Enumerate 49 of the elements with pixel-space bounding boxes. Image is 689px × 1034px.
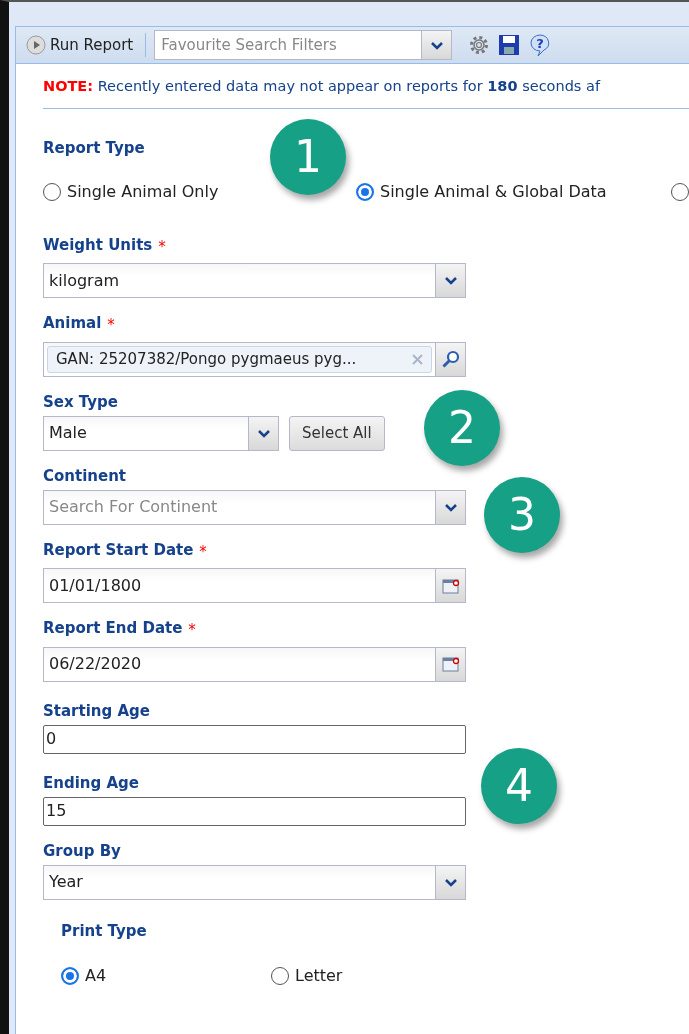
dropdown-button[interactable] — [435, 264, 465, 298]
caret-icon — [429, 40, 444, 50]
select-all-button[interactable]: Select All — [289, 415, 385, 451]
section-label: Report Type — [43, 138, 145, 157]
required-marker: * — [158, 236, 166, 258]
text-input[interactable]: Male — [44, 416, 248, 450]
field-label: Starting Age — [43, 701, 150, 720]
dropdown-button[interactable] — [435, 490, 465, 524]
field-label: Continent — [43, 466, 126, 485]
required-marker: * — [199, 541, 207, 563]
run-report-button[interactable]: Run Report — [22, 33, 138, 57]
required-marker: * — [107, 315, 115, 337]
dropdown-button[interactable] — [421, 31, 452, 59]
save-icon[interactable] — [498, 34, 521, 56]
note-text: NOTE: Recently entered data may not appear on reports for 180 seconds af — [43, 76, 689, 109]
search-button[interactable] — [435, 342, 465, 376]
radio-option[interactable]: Single Animal & Global Data — [356, 179, 671, 204]
caret-icon — [443, 276, 458, 286]
required-marker: * — [188, 620, 196, 642]
select-field[interactable]: Male — [43, 415, 279, 451]
caret-icon — [443, 877, 458, 887]
field-label: Weight Units — [43, 235, 153, 254]
field-label: Group By — [43, 841, 121, 860]
text-input[interactable]: 0 — [44, 725, 465, 753]
filter-combo[interactable]: Favourite Search Filters — [154, 30, 453, 60]
field-label: Ending Age — [43, 773, 139, 792]
radio-option[interactable]: Letter — [271, 963, 391, 988]
play-icon — [26, 35, 46, 55]
dropdown-button[interactable] — [435, 865, 465, 899]
caret-icon — [256, 428, 271, 438]
calendar-button[interactable] — [435, 569, 465, 603]
calendar-icon — [441, 577, 460, 594]
caret-icon — [443, 502, 458, 512]
field-label: Report Start Date — [43, 540, 194, 559]
field-label: Animal — [43, 314, 102, 333]
selected-chip: GAN: 25207382/Pongo pygmaeus pyg... — [47, 345, 432, 373]
radio-option[interactable]: A4 — [61, 963, 271, 988]
search-icon — [440, 349, 461, 370]
radio-button[interactable] — [671, 182, 689, 201]
section-label: Print Type — [61, 921, 147, 940]
text-input[interactable]: 15 — [44, 797, 465, 825]
field-label: Sex Type — [43, 392, 118, 411]
calendar-icon — [441, 656, 460, 673]
lookup-field[interactable]: GAN: 25207382/Pongo pygmaeus pyg... — [43, 341, 466, 377]
settings-icon[interactable] — [468, 34, 491, 56]
field-label: Report End Date — [43, 619, 183, 638]
dropdown-button[interactable] — [248, 416, 278, 450]
calendar-button[interactable] — [435, 647, 465, 681]
text-input[interactable]: Favourite Search Filters — [155, 31, 422, 59]
